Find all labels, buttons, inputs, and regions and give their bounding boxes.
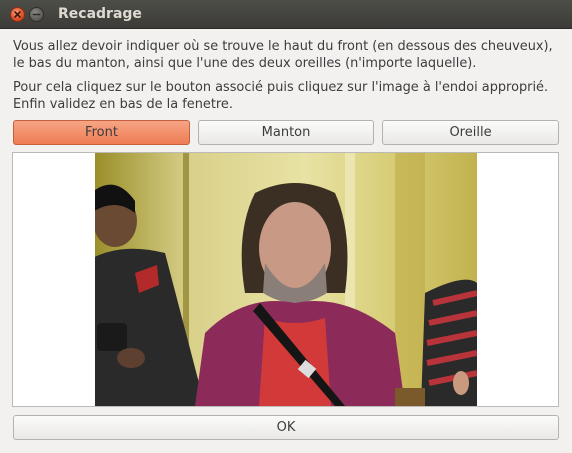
title-bar: Recadrage: [0, 0, 572, 29]
close-icon: [14, 11, 21, 18]
instruction-line-4: Enfin validez en bas de la fenetre.: [13, 97, 233, 112]
window-title: Recadrage: [58, 6, 142, 22]
instruction-line-3: Pour cela cliquez sur le bouton associé …: [13, 80, 549, 95]
image-canvas[interactable]: [12, 152, 559, 407]
minimize-window-button[interactable]: [29, 7, 44, 22]
minimize-icon: [32, 13, 41, 16]
ok-button[interactable]: OK: [13, 415, 559, 440]
oreille-button[interactable]: Oreille: [382, 120, 559, 145]
instruction-line-2: le bas du manton, ainsi que l'une des de…: [13, 56, 477, 71]
portrait-photo[interactable]: [95, 153, 477, 406]
close-window-button[interactable]: [10, 7, 25, 22]
manton-button[interactable]: Manton: [198, 120, 374, 145]
dialog-window: Recadrage Vous allez devoir indiquer où …: [0, 0, 572, 453]
front-button[interactable]: Front: [13, 120, 190, 145]
instruction-line-1: Vous allez devoir indiquer où se trouve …: [13, 39, 553, 54]
